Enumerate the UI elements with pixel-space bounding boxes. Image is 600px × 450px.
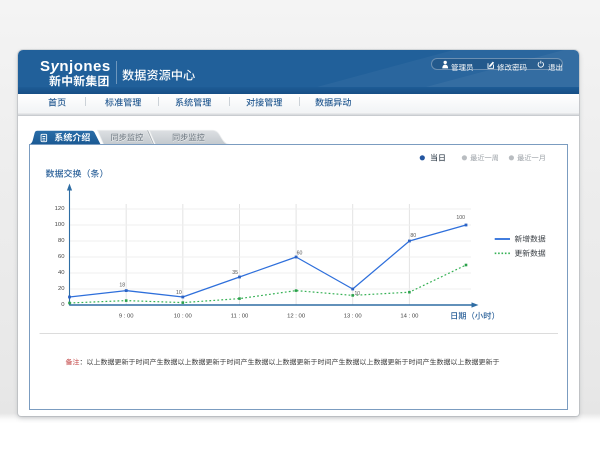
- svg-text:100: 100: [54, 222, 65, 228]
- svg-text:12 : 00: 12 : 00: [287, 313, 306, 319]
- svg-text:60: 60: [296, 251, 302, 257]
- svg-text:11 : 00: 11 : 00: [230, 313, 248, 319]
- svg-text:60: 60: [57, 254, 64, 260]
- svg-text:9 : 00: 9 : 00: [118, 313, 133, 319]
- svg-text:0: 0: [61, 302, 65, 308]
- svg-text:40: 40: [57, 270, 64, 276]
- svg-text:13 : 00: 13 : 00: [343, 313, 362, 319]
- svg-text:100: 100: [456, 215, 465, 221]
- svg-text:80: 80: [57, 238, 64, 244]
- svg-text:10: 10: [176, 290, 182, 296]
- svg-text:80: 80: [410, 233, 416, 239]
- svg-text:18: 18: [119, 283, 125, 289]
- svg-text:14 : 00: 14 : 00: [400, 313, 419, 319]
- svg-text:20: 20: [57, 286, 64, 292]
- svg-text:10 : 00: 10 : 00: [173, 313, 192, 319]
- svg-text:10: 10: [354, 291, 360, 297]
- svg-text:35: 35: [232, 270, 238, 276]
- svg-text:120: 120: [54, 206, 65, 212]
